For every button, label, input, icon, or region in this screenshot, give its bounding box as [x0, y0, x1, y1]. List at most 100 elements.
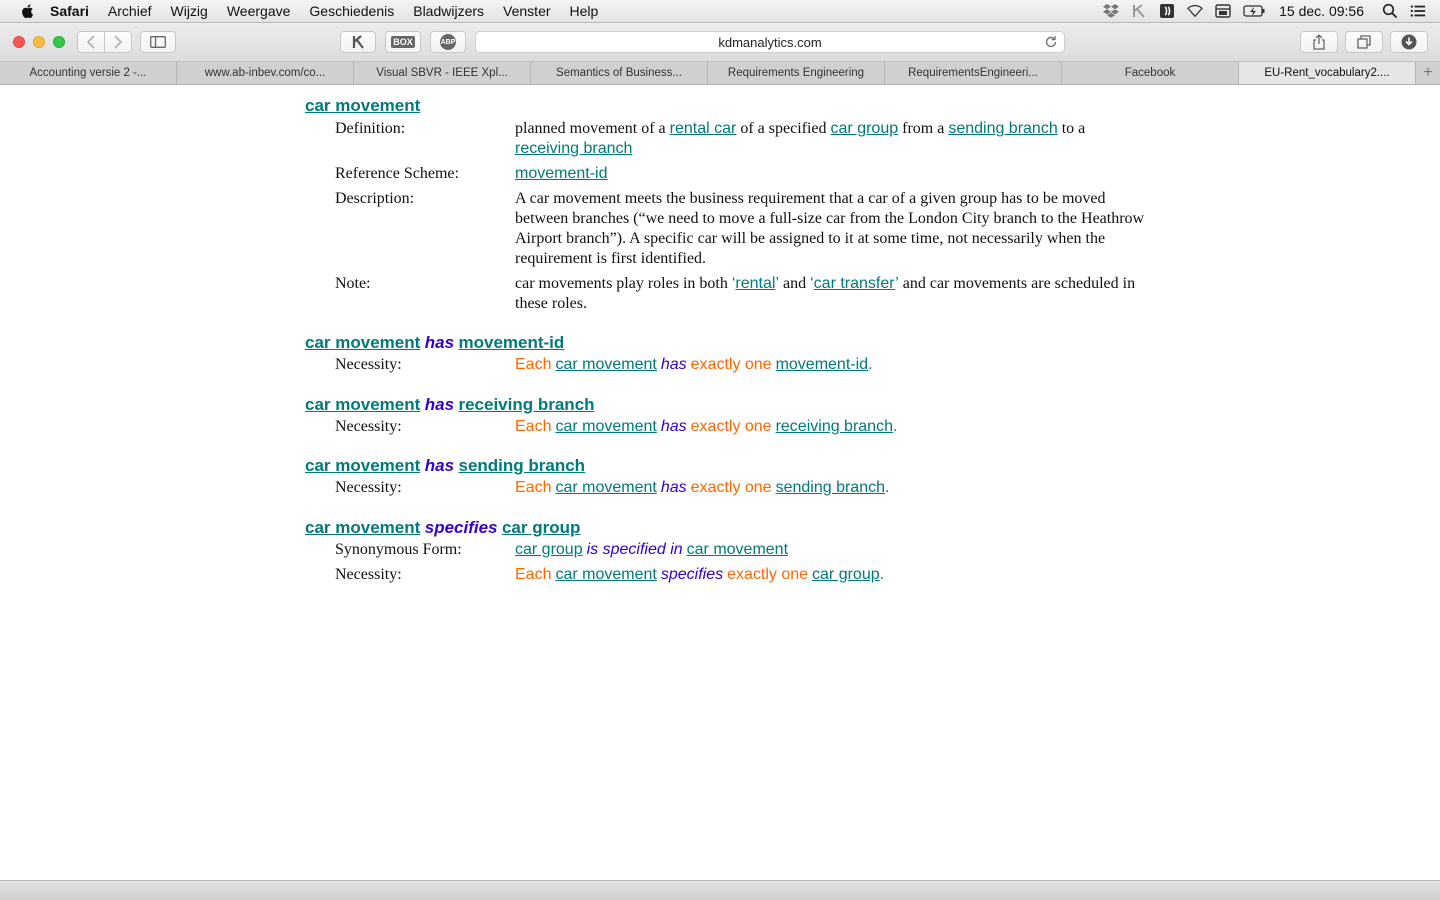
battery-icon[interactable]	[1243, 3, 1265, 19]
term-link[interactable]: car movement	[305, 395, 420, 414]
term-link[interactable]: movement-id	[458, 333, 564, 352]
sidebar-icon	[150, 36, 166, 48]
zoom-window-button[interactable]	[53, 36, 65, 48]
menu-venster[interactable]: Venster	[503, 3, 550, 19]
entry-car-movement: car movement Definition: planned movemen…	[305, 95, 1145, 314]
term-link[interactable]: movement-id	[515, 165, 607, 182]
tab-ab-inbev[interactable]: www.ab-inbev.com/co...	[177, 62, 354, 84]
verb-text: has	[424, 333, 455, 352]
menu-help[interactable]: Help	[570, 3, 599, 19]
menu-archief[interactable]: Archief	[108, 3, 152, 19]
period: .	[885, 479, 890, 496]
tab-facebook[interactable]: Facebook	[1062, 62, 1239, 84]
wifi-icon[interactable]	[1187, 3, 1204, 19]
back-button[interactable]	[77, 31, 105, 53]
apple-icon[interactable]	[20, 3, 36, 19]
term-link[interactable]: car movement	[555, 566, 656, 583]
tab-requirements-engineering[interactable]: Requirements Engineering	[708, 62, 885, 84]
adblock-extension-button[interactable]: ABP	[430, 31, 466, 53]
term-car-movement[interactable]: car movement	[305, 96, 420, 115]
verb-text: has	[660, 356, 687, 373]
term-link[interactable]: car group	[812, 566, 880, 583]
address-bar[interactable]: kdmanalytics.com	[475, 31, 1065, 53]
description-row: Description: A car movement meets the bu…	[305, 189, 1145, 269]
keyword-text: exactly one	[690, 356, 772, 373]
term-link[interactable]: car group	[515, 541, 583, 558]
notification-center-icon[interactable]	[1410, 3, 1426, 19]
note-text: car movements play roles in both	[515, 275, 732, 292]
share-icon	[1313, 34, 1325, 50]
sidebar-button[interactable]	[140, 31, 176, 53]
necessity-label: Necessity:	[335, 566, 402, 583]
calendar-menu-icon[interactable]	[1215, 3, 1231, 19]
verb-text: has	[660, 479, 687, 496]
synonymous-form-label: Synonymous Form:	[335, 541, 462, 558]
necessity-row: Necessity: Each car movement has exactly…	[305, 355, 1145, 375]
term-link[interactable]: car movement	[555, 479, 656, 496]
tab-eu-rent-vocabulary[interactable]: EU-Rent_vocabulary2....	[1239, 62, 1416, 84]
term-link[interactable]: car movement	[555, 356, 656, 373]
term-link[interactable]: sending branch	[948, 120, 1057, 137]
menu-clock[interactable]: 15 dec. 09:56	[1279, 3, 1364, 19]
kpi-menu-icon[interactable]	[1131, 3, 1147, 19]
term-link[interactable]: car movement	[687, 541, 788, 558]
reference-scheme-row: Reference Scheme: movement-id	[305, 164, 1145, 184]
entry-heading: car movement has movement-id	[305, 332, 1145, 353]
kpi-extension-button[interactable]	[340, 31, 376, 53]
tab-requirements-engineering-2[interactable]: RequirementsEngineeri...	[885, 62, 1062, 84]
definition-value: planned movement of a rental car of a sp…	[515, 119, 1145, 159]
menu-extras: 15 dec. 09:56	[1091, 0, 1440, 22]
minimize-window-button[interactable]	[33, 36, 45, 48]
keyword-text: Each	[515, 418, 552, 435]
term-link[interactable]: sending branch	[776, 479, 885, 496]
verb-text: specifies	[660, 566, 724, 583]
term-link[interactable]: sending branch	[458, 456, 585, 475]
tab-visual-sbvr[interactable]: Visual SBVR - IEEE Xpl...	[354, 62, 531, 84]
term-link[interactable]: receiving branch	[515, 140, 632, 157]
spotlight-icon[interactable]	[1382, 3, 1398, 19]
term-link[interactable]: car transfer	[814, 275, 896, 292]
definition-row: Definition: planned movement of a rental…	[305, 119, 1145, 159]
dropbox-icon[interactable]	[1103, 3, 1120, 19]
term-link[interactable]: car group	[831, 120, 899, 137]
necessity-label: Necessity:	[335, 479, 402, 496]
bracket-app-icon[interactable]	[1159, 3, 1175, 19]
term-link[interactable]: rental	[735, 275, 775, 292]
entry-heading: car movement has sending branch	[305, 455, 1145, 476]
new-tab-button[interactable]: +	[1416, 62, 1440, 84]
downloads-button[interactable]	[1390, 31, 1428, 53]
menu-app-safari[interactable]: Safari	[50, 3, 89, 19]
term-link[interactable]: car movement	[555, 418, 656, 435]
tab-semantics-of-business[interactable]: Semantics of Business...	[531, 62, 708, 84]
box-icon: BOX	[391, 36, 415, 48]
menu-bladwijzers[interactable]: Bladwijzers	[413, 3, 484, 19]
menu-geschiedenis[interactable]: Geschiedenis	[309, 3, 394, 19]
entry-heading: car movement specifies car group	[305, 517, 1145, 538]
verb-text: specifies	[424, 518, 498, 537]
keyword-text: Each	[515, 566, 552, 583]
term-link[interactable]: rental car	[670, 120, 737, 137]
box-extension-button[interactable]: BOX	[385, 31, 421, 53]
term-link[interactable]: car movement	[305, 333, 420, 352]
reference-scheme-label: Reference Scheme:	[335, 165, 459, 182]
menu-wijzig[interactable]: Wijzig	[171, 3, 208, 19]
close-window-button[interactable]	[13, 36, 25, 48]
term-link[interactable]: car group	[502, 518, 580, 537]
definition-text: from a	[898, 120, 949, 137]
term-link[interactable]: movement-id	[776, 356, 868, 373]
definition-text: to a	[1057, 120, 1086, 137]
reload-icon[interactable]	[1044, 35, 1058, 49]
necessity-value: Each car movement has exactly one sendin…	[515, 478, 1145, 498]
verb-text: is specified in	[586, 541, 683, 558]
verb-text: has	[660, 418, 687, 435]
term-link[interactable]: receiving branch	[458, 395, 594, 414]
term-link[interactable]: receiving branch	[776, 418, 893, 435]
forward-button[interactable]	[104, 31, 132, 53]
tab-accounting[interactable]: Accounting versie 2 -...	[0, 62, 177, 84]
necessity-value: Each car movement has exactly one moveme…	[515, 355, 1145, 375]
share-button[interactable]	[1300, 31, 1338, 53]
show-all-tabs-button[interactable]	[1345, 31, 1383, 53]
menu-weergave[interactable]: Weergave	[227, 3, 291, 19]
term-link[interactable]: car movement	[305, 518, 420, 537]
term-link[interactable]: car movement	[305, 456, 420, 475]
